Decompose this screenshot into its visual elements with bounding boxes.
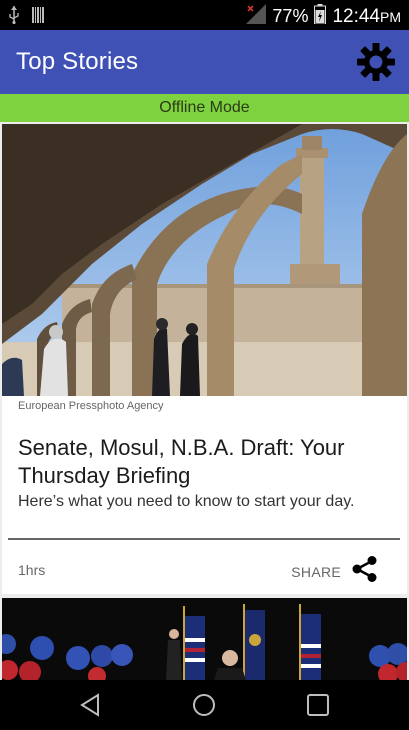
share-icon xyxy=(351,555,379,588)
battery-icon xyxy=(314,4,327,29)
battery-percent: 77% xyxy=(272,6,309,26)
barcode-icon xyxy=(32,7,44,28)
app-title: Top Stories xyxy=(16,48,139,75)
clock-ampm: PM xyxy=(380,8,401,25)
share-button[interactable]: SHARE xyxy=(291,555,379,588)
story-image[interactable] xyxy=(2,124,407,396)
share-label: SHARE xyxy=(291,563,341,580)
story-summary: Here’s what you need to know to start yo… xyxy=(18,493,355,510)
story-card[interactable]: European Pressphoto Agency Senate, Mosul… xyxy=(2,124,407,594)
app-bar: Top Stories xyxy=(0,30,409,94)
home-icon[interactable] xyxy=(191,692,217,718)
next-story-image[interactable] xyxy=(2,598,407,680)
status-bar: 77% 12:44PM xyxy=(0,0,409,30)
back-icon[interactable] xyxy=(78,692,104,718)
story-headline[interactable]: Senate, Mosul, N.B.A. Draft: Your Thursd… xyxy=(18,434,398,490)
image-credit: European Pressphoto Agency xyxy=(18,400,164,412)
offline-mode-banner: Offline Mode xyxy=(0,94,409,122)
gear-icon[interactable] xyxy=(355,41,397,83)
recents-icon[interactable] xyxy=(305,692,331,718)
divider xyxy=(8,538,400,540)
usb-icon xyxy=(8,6,20,29)
signal-icon xyxy=(246,4,267,29)
navigation-bar xyxy=(0,680,409,730)
clock-time: 12:44 xyxy=(332,5,380,27)
story-age: 1hrs xyxy=(18,562,46,578)
